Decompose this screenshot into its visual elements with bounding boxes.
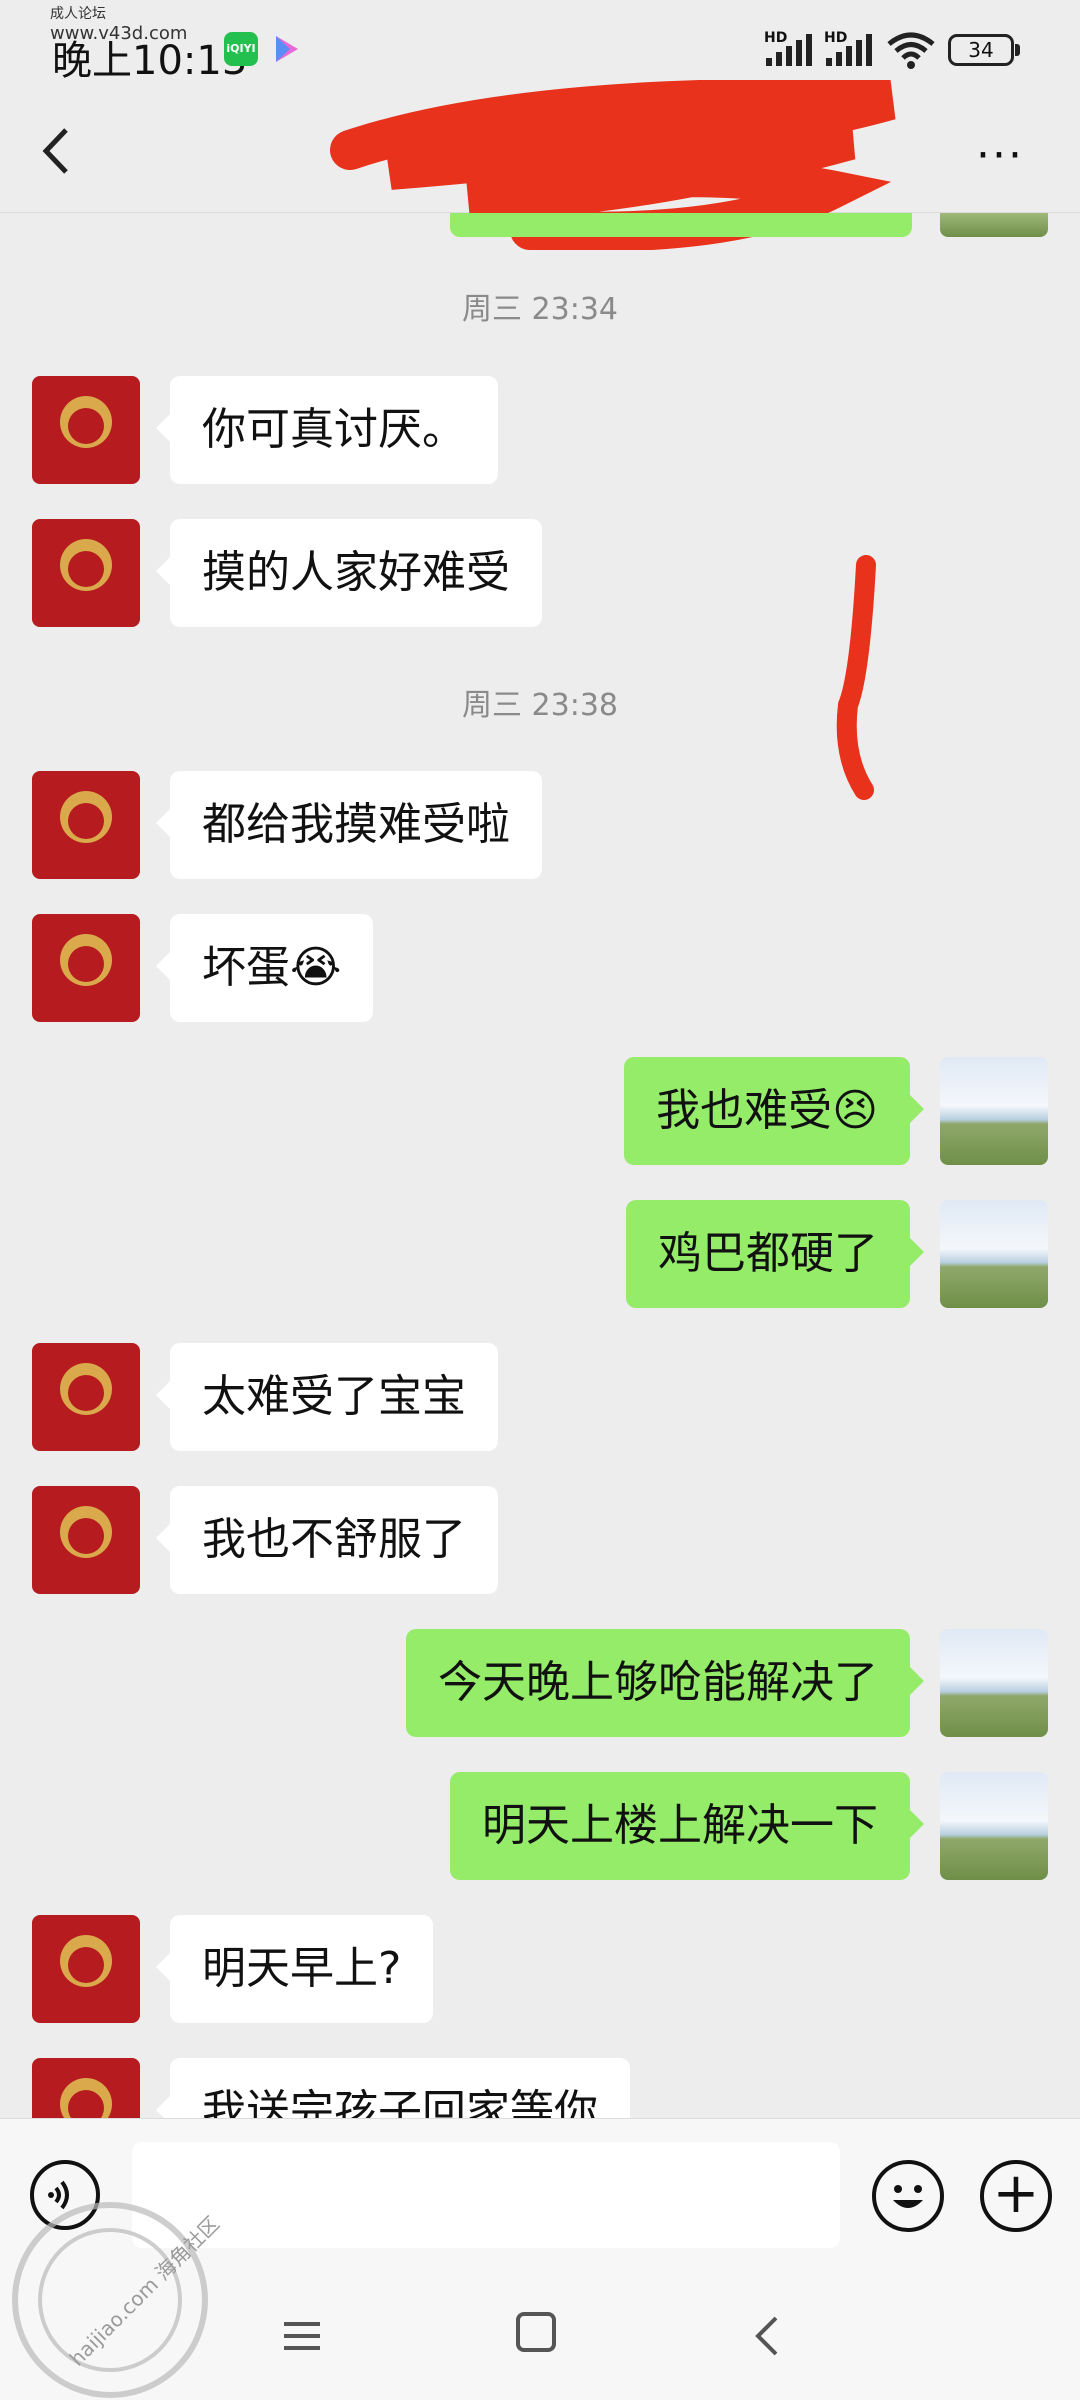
contact-avatar[interactable] bbox=[32, 519, 140, 627]
home-button[interactable] bbox=[516, 2312, 556, 2352]
contact-avatar[interactable] bbox=[32, 1915, 140, 2023]
self-avatar[interactable] bbox=[940, 1629, 1048, 1737]
wifi-icon bbox=[887, 32, 935, 69]
back-chevron-icon[interactable] bbox=[40, 126, 70, 176]
smile-icon bbox=[893, 2185, 923, 2208]
contact-avatar[interactable] bbox=[32, 2058, 140, 2118]
contact-avatar[interactable] bbox=[32, 914, 140, 1022]
more-options-button[interactable]: ··· bbox=[976, 130, 1024, 181]
partial-self-avatar bbox=[940, 213, 1048, 237]
received-message[interactable]: 摸的人家好难受 bbox=[156, 519, 542, 627]
hd-label-2: HD bbox=[824, 30, 848, 46]
sent-message[interactable]: 今天晚上够呛能解决了 bbox=[406, 1629, 924, 1737]
received-message[interactable]: 太难受了宝宝 bbox=[156, 1343, 498, 1451]
recents-menu-icon[interactable] bbox=[282, 2316, 322, 2356]
contact-avatar[interactable] bbox=[32, 771, 140, 879]
self-avatar[interactable] bbox=[940, 1772, 1048, 1880]
contact-avatar[interactable] bbox=[32, 376, 140, 484]
iqiyi-icon: iQIYI bbox=[224, 32, 258, 66]
partial-sent-bubble bbox=[450, 213, 912, 237]
contact-avatar[interactable] bbox=[32, 1343, 140, 1451]
signal-icon-2: HD bbox=[824, 30, 878, 68]
haijiao-watermark: haijiao.com 海角社区 bbox=[12, 2202, 224, 2398]
battery-indicator: 34 bbox=[948, 34, 1014, 66]
self-avatar[interactable] bbox=[940, 1200, 1048, 1308]
timestamp: 周三 23:34 bbox=[462, 292, 618, 327]
signal-icon-1: HD bbox=[764, 30, 818, 68]
received-message[interactable]: 明天早上? bbox=[155, 1915, 434, 2023]
sent-message[interactable]: 鸡巴都硬了 bbox=[626, 1200, 924, 1308]
more-actions-button[interactable]: + bbox=[980, 2160, 1052, 2232]
battery-cap bbox=[1015, 44, 1020, 56]
partial-message-row: 我送完孩子回家等你 bbox=[0, 2058, 1080, 2118]
emoji-button[interactable] bbox=[872, 2160, 944, 2232]
sent-message[interactable]: 我也难受😣 bbox=[624, 1057, 924, 1165]
watermark-line1: 成人论坛 bbox=[50, 6, 106, 22]
sent-message[interactable]: 明天上楼上解决一下 bbox=[450, 1772, 924, 1880]
system-back-icon[interactable] bbox=[752, 2314, 782, 2358]
received-message[interactable]: 坏蛋😭 bbox=[155, 914, 374, 1022]
timestamp: 周三 23:38 bbox=[462, 688, 618, 723]
play-store-icon bbox=[276, 36, 298, 62]
hd-label-1: HD bbox=[764, 30, 788, 46]
status-time: 晚上10:13 bbox=[52, 38, 248, 84]
received-message[interactable]: 我送完孩子回家等你 bbox=[156, 2058, 630, 2118]
self-avatar[interactable] bbox=[940, 1057, 1048, 1165]
contact-avatar[interactable] bbox=[32, 1486, 140, 1594]
received-message[interactable]: 我也不舒服了 bbox=[156, 1486, 498, 1594]
received-message[interactable]: 都给我摸难受啦 bbox=[156, 771, 542, 879]
received-message[interactable]: 你可真讨厌。 bbox=[156, 376, 498, 484]
